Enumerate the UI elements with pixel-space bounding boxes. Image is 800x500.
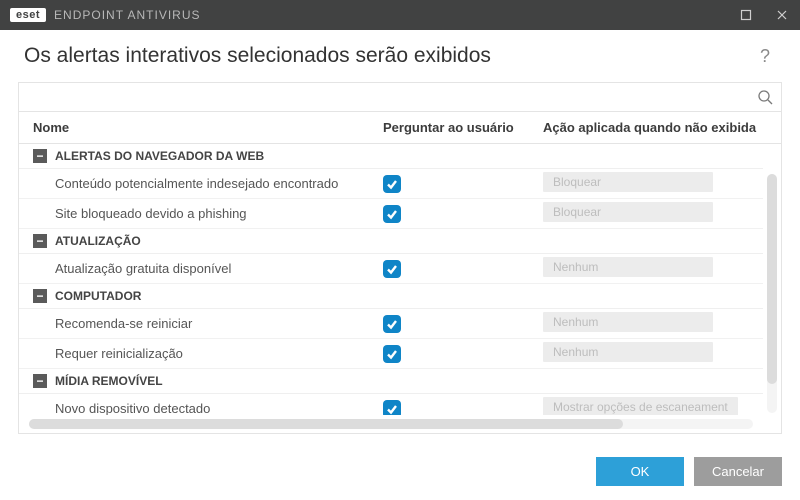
help-button[interactable]: ?	[754, 46, 776, 67]
titlebar: eset ENDPOINT ANTIVIRUS	[0, 0, 800, 30]
row-name: Recomenda-se reiniciar	[33, 316, 383, 331]
scrollbar-thumb[interactable]	[29, 419, 623, 429]
ask-user-checkbox[interactable]	[383, 400, 401, 416]
collapse-icon[interactable]: −	[33, 374, 47, 388]
collapse-icon[interactable]: −	[33, 149, 47, 163]
collapse-icon[interactable]: −	[33, 289, 47, 303]
cancel-button[interactable]: Cancelar	[694, 457, 782, 486]
check-icon	[386, 403, 398, 415]
table-body-inner: − ALERTAS DO NAVEGADOR DA WEB Conteúdo p…	[19, 144, 763, 415]
horizontal-scrollbar[interactable]	[29, 419, 753, 429]
window-close-button[interactable]	[764, 0, 800, 30]
action-select[interactable]: Bloquear	[543, 172, 713, 192]
alerts-panel: Nome Perguntar ao usuário Ação aplicada …	[18, 82, 782, 434]
table-row: Conteúdo potencialmente indesejado encon…	[19, 169, 763, 199]
check-icon	[386, 178, 398, 190]
product-name: ENDPOINT ANTIVIRUS	[54, 8, 200, 22]
group-header[interactable]: − MÍDIA REMOVÍVEL	[19, 369, 763, 394]
group-header[interactable]: − COMPUTADOR	[19, 284, 763, 309]
action-select[interactable]: Bloquear	[543, 202, 713, 222]
group-header[interactable]: − ALERTAS DO NAVEGADOR DA WEB	[19, 144, 763, 169]
column-header-action[interactable]: Ação aplicada quando não exibida	[543, 120, 767, 135]
search-button[interactable]	[749, 83, 781, 111]
dialog-footer: OK Cancelar	[596, 457, 782, 486]
ask-user-checkbox[interactable]	[383, 260, 401, 278]
vertical-scrollbar[interactable]	[767, 174, 777, 413]
group-title: COMPUTADOR	[55, 289, 141, 303]
column-header-ask[interactable]: Perguntar ao usuário	[383, 120, 543, 135]
brand-badge: eset	[10, 8, 46, 22]
row-name: Requer reinicialização	[33, 346, 383, 361]
action-select[interactable]: Nenhum	[543, 342, 713, 362]
row-name: Conteúdo potencialmente indesejado encon…	[33, 176, 383, 191]
check-icon	[386, 208, 398, 220]
search-row	[19, 83, 781, 112]
search-icon	[757, 89, 773, 105]
ask-user-checkbox[interactable]	[383, 205, 401, 223]
table-row: Site bloqueado devido a phishing Bloquea…	[19, 199, 763, 229]
action-select[interactable]: Nenhum	[543, 257, 713, 277]
collapse-icon[interactable]: −	[33, 234, 47, 248]
action-select[interactable]: Mostrar opções de escaneament	[543, 397, 738, 415]
scrollbar-thumb[interactable]	[767, 174, 777, 384]
group-title: MÍDIA REMOVÍVEL	[55, 374, 163, 388]
row-name: Site bloqueado devido a phishing	[33, 206, 383, 221]
check-icon	[386, 348, 398, 360]
ask-user-checkbox[interactable]	[383, 345, 401, 363]
table-row: Novo dispositivo detectado Mostrar opçõe…	[19, 394, 763, 415]
check-icon	[386, 263, 398, 275]
search-input[interactable]	[19, 83, 749, 111]
row-name: Atualização gratuita disponível	[33, 261, 383, 276]
table-header: Nome Perguntar ao usuário Ação aplicada …	[19, 112, 781, 144]
group-header[interactable]: − ATUALIZAÇÃO	[19, 229, 763, 254]
group-title: ALERTAS DO NAVEGADOR DA WEB	[55, 149, 264, 163]
action-select[interactable]: Nenhum	[543, 312, 713, 332]
column-header-name[interactable]: Nome	[33, 120, 383, 135]
group-title: ATUALIZAÇÃO	[55, 234, 141, 248]
ask-user-checkbox[interactable]	[383, 315, 401, 333]
page-header: Os alertas interativos selecionados serã…	[0, 30, 800, 76]
window-minimize-button[interactable]	[728, 0, 764, 30]
table-row: Atualização gratuita disponível Nenhum	[19, 254, 763, 284]
page-title: Os alertas interativos selecionados serã…	[24, 44, 754, 68]
minimize-icon	[740, 9, 752, 21]
ok-button[interactable]: OK	[596, 457, 684, 486]
check-icon	[386, 318, 398, 330]
row-name: Novo dispositivo detectado	[33, 401, 383, 415]
ask-user-checkbox[interactable]	[383, 175, 401, 193]
table-row: Recomenda-se reiniciar Nenhum	[19, 309, 763, 339]
close-icon	[776, 9, 788, 21]
table-body: − ALERTAS DO NAVEGADOR DA WEB Conteúdo p…	[19, 144, 781, 433]
table-row: Requer reinicialização Nenhum	[19, 339, 763, 369]
